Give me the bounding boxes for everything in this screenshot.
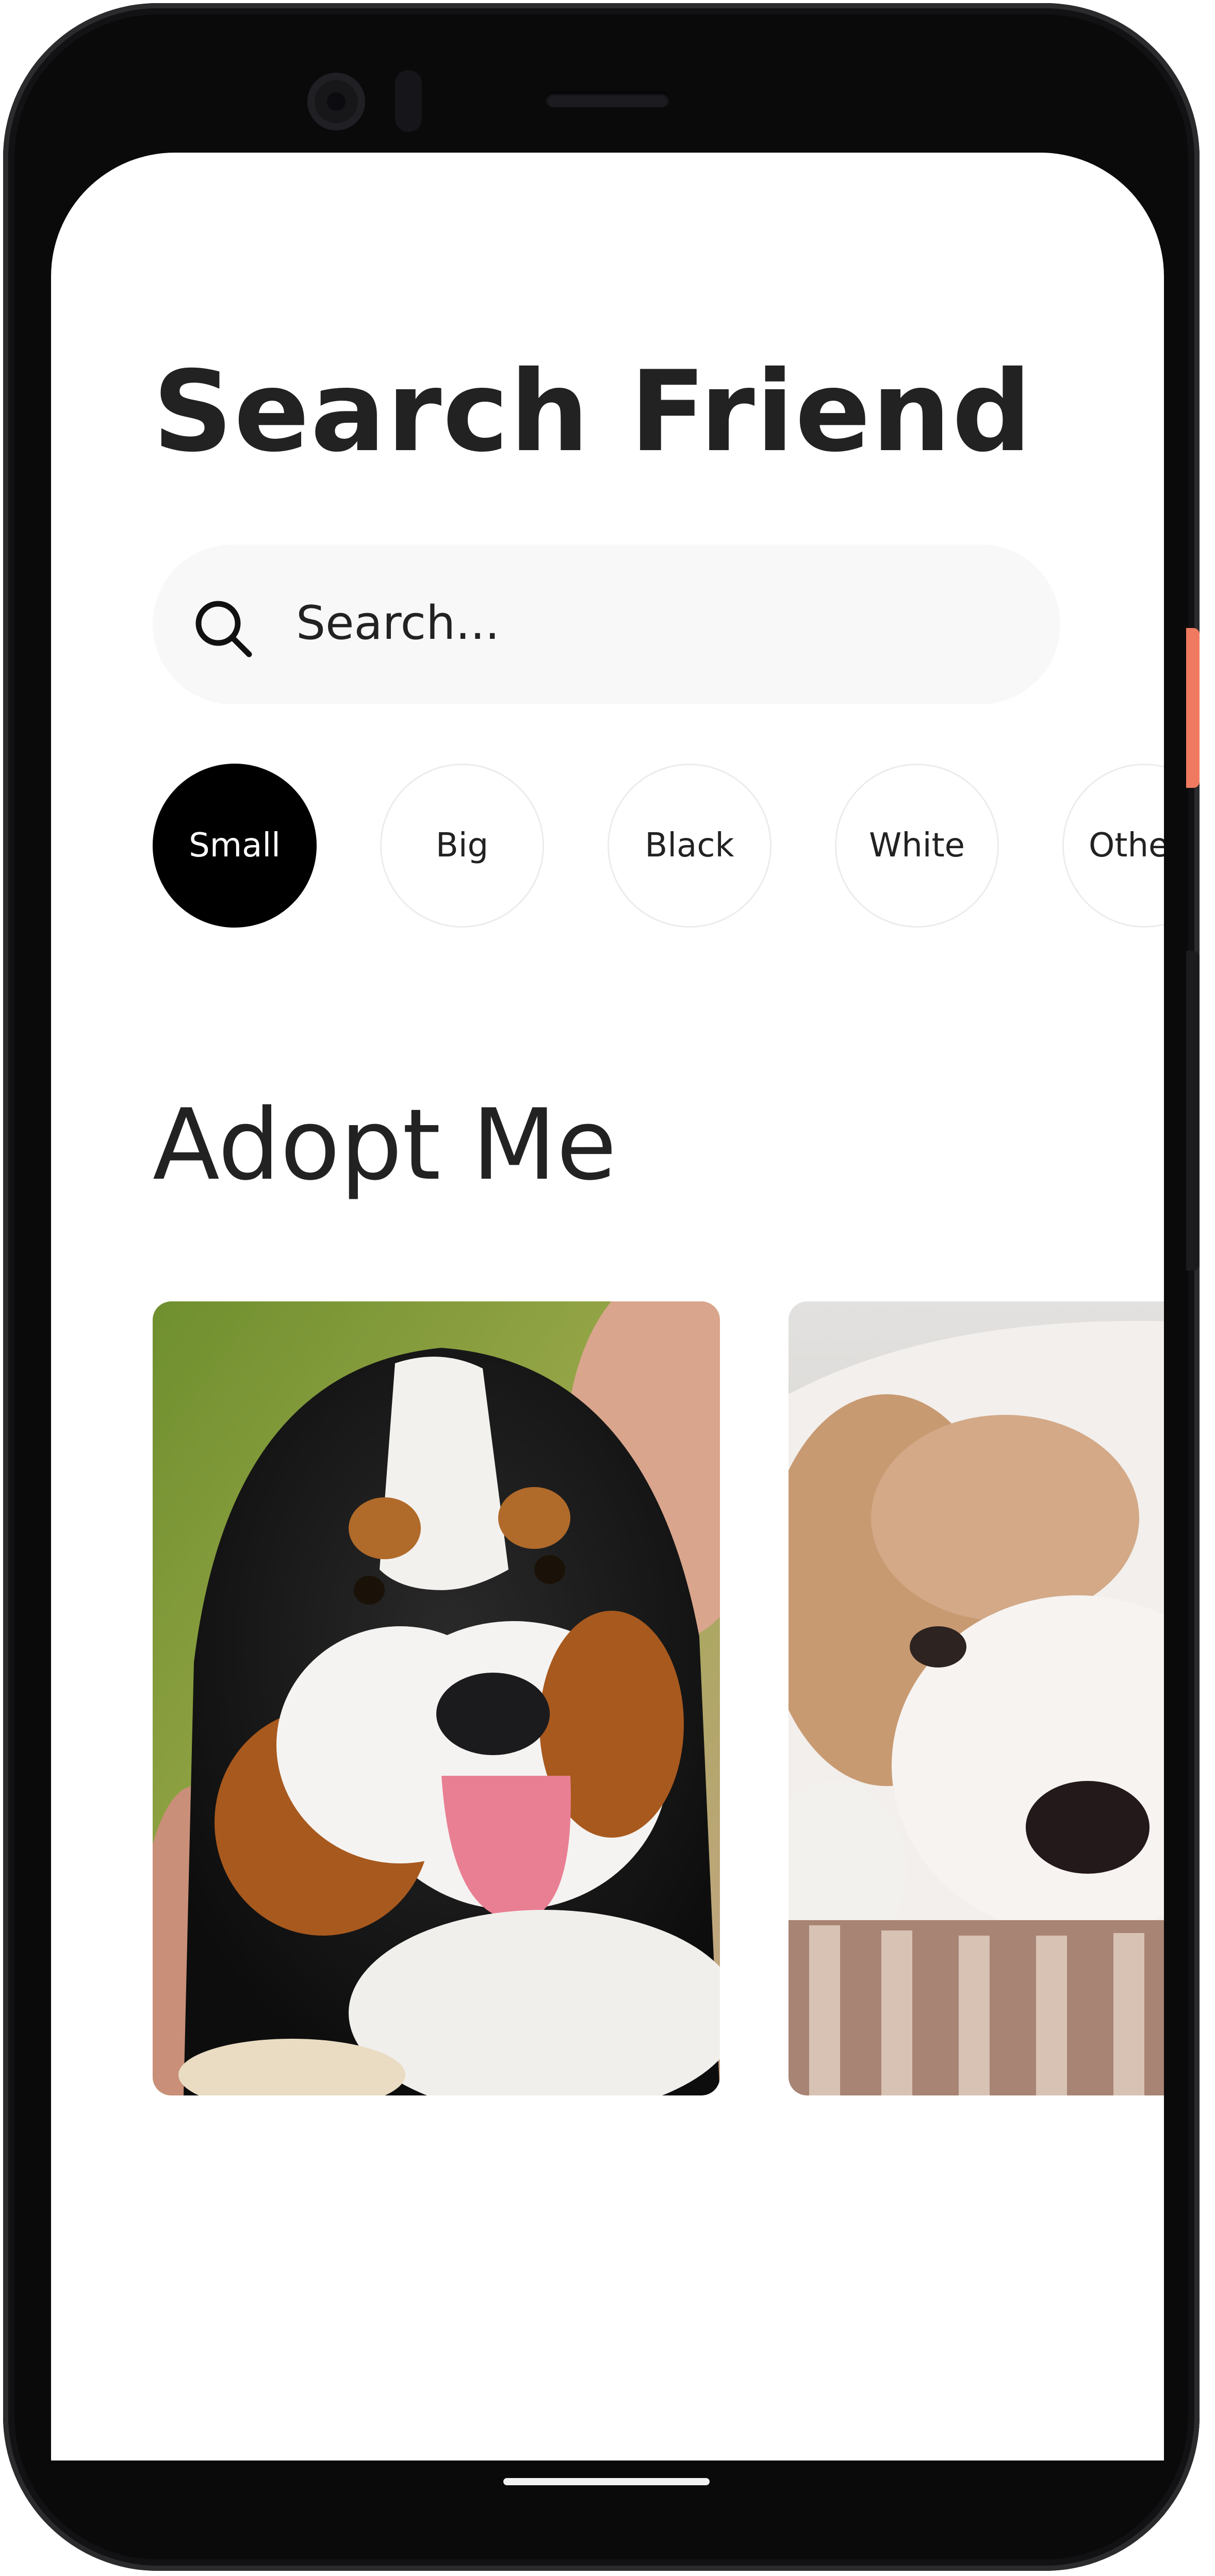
filter-chip-white[interactable]: White — [835, 764, 999, 928]
earpiece-speaker — [546, 92, 669, 107]
filter-chip-big[interactable]: Big — [380, 764, 544, 928]
power-button — [1186, 628, 1200, 788]
search-placeholder: Search... — [296, 596, 500, 650]
front-camera — [307, 73, 365, 130]
home-indicator[interactable] — [503, 2478, 710, 2485]
search-icon — [195, 601, 252, 657]
filter-chip-other[interactable]: Othe — [1062, 764, 1164, 928]
filter-chips: Small Big Black White Othe — [153, 764, 1164, 929]
app-screen: Search Friend Search... Small Big Black … — [51, 153, 1164, 2461]
filter-chip-black[interactable]: Black — [608, 764, 771, 928]
white-tan-puppy-photo — [789, 1301, 1164, 2095]
pet-card-1[interactable] — [153, 1301, 720, 2095]
section-title: Adopt Me — [153, 1088, 617, 1202]
proximity-sensor — [395, 70, 422, 132]
search-input[interactable]: Search... — [153, 544, 1060, 704]
page-title: Search Friend — [153, 347, 1033, 476]
pet-card-2[interactable] — [789, 1301, 1164, 2095]
tricolor-puppy-photo — [153, 1301, 720, 2095]
volume-button — [1186, 951, 1200, 1270]
phone-frame: Search Friend Search... Small Big Black … — [3, 3, 1200, 2571]
filter-chip-small[interactable]: Small — [153, 764, 317, 928]
